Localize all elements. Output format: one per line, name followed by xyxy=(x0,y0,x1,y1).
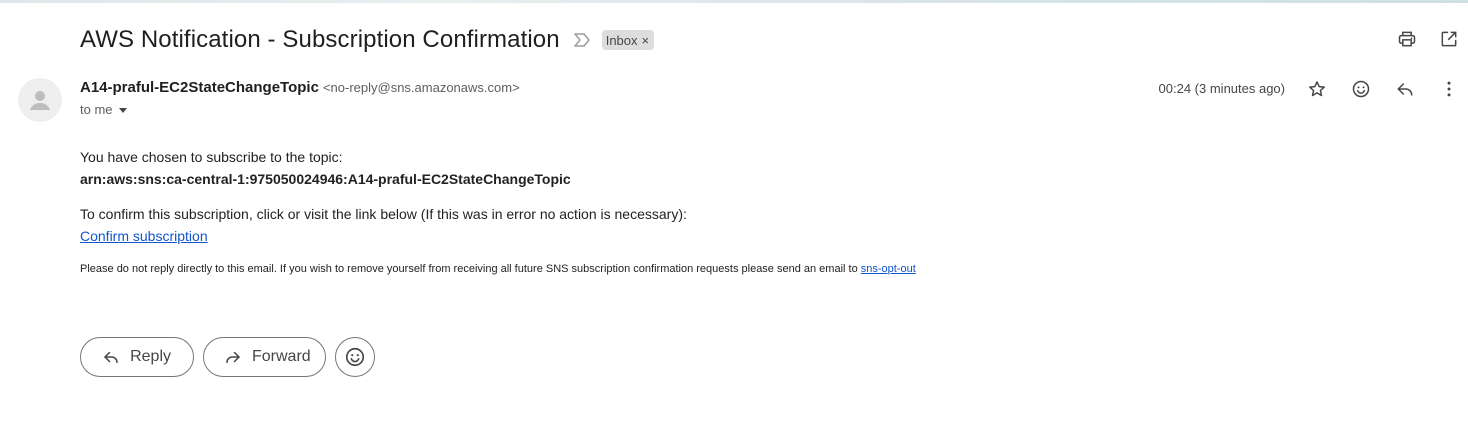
inbox-label-chip[interactable]: Inbox × xyxy=(601,30,655,50)
confirm-instructions: To confirm this subscription, click or v… xyxy=(80,206,687,222)
more-vertical-icon[interactable] xyxy=(1438,78,1460,100)
header-strip xyxy=(0,0,1468,3)
emoji-reaction-button[interactable] xyxy=(335,337,375,377)
reply-icon[interactable] xyxy=(1394,78,1416,100)
confirm-subscription-link[interactable]: Confirm subscription xyxy=(80,228,208,244)
open-in-new-window-icon[interactable] xyxy=(1438,28,1460,50)
footer-text: Please do not reply directly to this ema… xyxy=(80,263,861,275)
remove-label-button[interactable]: × xyxy=(642,33,650,48)
sender-name[interactable]: A14-praful-EC2StateChangeTopic xyxy=(80,79,319,96)
reply-actions: Reply Forward xyxy=(80,337,375,377)
topic-arn: arn:aws:sns:ca-central-1:975050024946:A1… xyxy=(80,171,571,187)
forward-button-label: Forward xyxy=(252,348,311,365)
default-avatar-icon xyxy=(30,91,50,110)
subscribe-intro: You have chosen to subscribe to the topi… xyxy=(80,149,343,165)
emoji-reaction-icon xyxy=(345,347,365,367)
email-view: AWS Notification - Subscription Confirma… xyxy=(0,0,1468,421)
email-body: You have chosen to subscribe to the topi… xyxy=(80,146,1380,277)
sender-line: A14-praful-EC2StateChangeTopic <no-reply… xyxy=(80,79,520,96)
thread-actions xyxy=(1396,28,1460,50)
opt-out-link[interactable]: sns-opt-out xyxy=(861,263,916,275)
subject-row: AWS Notification - Subscription Confirma… xyxy=(80,24,655,56)
reply-button-label: Reply xyxy=(130,348,171,365)
message-actions xyxy=(1306,78,1460,100)
message-timestamp: 00:24 (3 minutes ago) xyxy=(1158,81,1285,96)
email-subject: AWS Notification - Subscription Confirma… xyxy=(80,26,560,53)
label-chip-text: Inbox xyxy=(605,32,638,48)
recipient-line: to me xyxy=(80,102,113,117)
forward-icon xyxy=(224,347,242,367)
forward-button[interactable]: Forward xyxy=(203,337,326,377)
chevron-down-icon xyxy=(118,108,127,113)
sender-email: <no-reply@sns.amazonaws.com> xyxy=(322,80,520,95)
star-icon[interactable] xyxy=(1306,78,1328,100)
sender-avatar[interactable] xyxy=(18,78,62,122)
reply-icon xyxy=(101,347,120,367)
emoji-reaction-icon[interactable] xyxy=(1350,78,1372,100)
footer-notice: Please do not reply directly to this ema… xyxy=(80,261,1380,277)
recipient-details-toggle[interactable]: to me xyxy=(80,102,127,117)
importance-marker-icon[interactable] xyxy=(572,30,592,50)
print-icon[interactable] xyxy=(1396,28,1418,50)
reply-button[interactable]: Reply xyxy=(80,337,194,377)
